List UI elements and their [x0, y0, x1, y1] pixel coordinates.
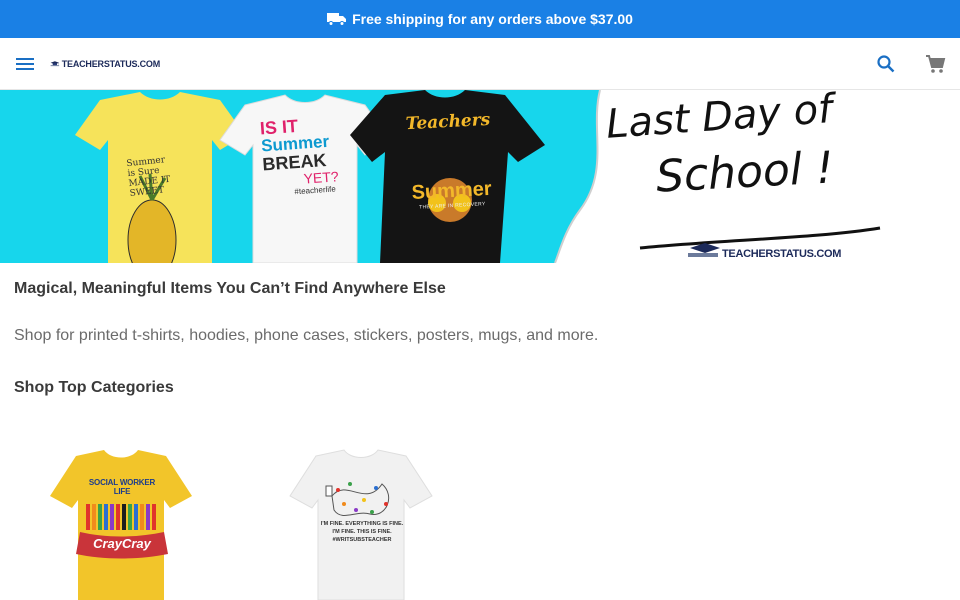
category-shirt-line: I'M FINE. EVERYTHING IS FINE. — [320, 521, 404, 527]
shirt3-line: Teachers — [405, 109, 491, 135]
truck-icon — [327, 13, 347, 26]
graduation-cap-icon — [50, 61, 60, 67]
tagline: Magical, Meaningful Items You Can’t Find… — [14, 280, 446, 297]
logo-text: TEACHERSTATUS.COM — [61, 59, 160, 69]
category-shirt-text: I'M FINE. EVERYTHING IS FINE. I'M FINE. … — [316, 520, 408, 544]
hero-headline-line2: School ! — [654, 142, 835, 203]
category-card[interactable]: I'M FINE. EVERYTHING IS FINE. I'M FINE. … — [286, 448, 436, 600]
category-shirt-bottom-text: CrayCray — [93, 536, 151, 551]
promo-text: Free shipping for any orders above $37.0… — [352, 11, 633, 27]
shirt1-text: Summer is Sure MADE IT SWEET — [126, 153, 190, 199]
categories-title: Shop Top Categories — [14, 379, 174, 396]
category-shirt-image — [50, 450, 192, 600]
cart-icon[interactable] — [924, 53, 946, 75]
hero-brand: TEACHERSTATUS.COM — [722, 248, 842, 260]
category-shirt-line: I'M FINE. THIS IS FINE. — [332, 529, 392, 535]
category-shirt-top-text: SOCIAL WORKER LIFE — [88, 478, 156, 496]
subtext: Shop for printed t-shirts, hoodies, phon… — [14, 327, 599, 344]
shirt3-text: Teachers Summer THEY ARE IN RECOVERY — [398, 109, 503, 211]
site-logo[interactable]: TEACHERSTATUS.COM — [50, 52, 160, 76]
promo-bar: Free shipping for any orders above $37.0… — [0, 0, 960, 38]
category-card[interactable]: SOCIAL WORKER LIFE CrayCray — [46, 448, 196, 600]
shirt2-text: IS IT Summer BREAK YET? #teacherlife — [259, 113, 364, 199]
hero-banner[interactable]: Summer is Sure MADE IT SWEET IS IT Summe… — [0, 90, 960, 263]
category-shirt-line: #WRITSUBSTEACHER — [332, 537, 392, 543]
site-header: TEACHERSTATUS.COM — [0, 38, 960, 90]
menu-icon[interactable] — [14, 54, 36, 74]
search-icon[interactable] — [876, 54, 896, 74]
